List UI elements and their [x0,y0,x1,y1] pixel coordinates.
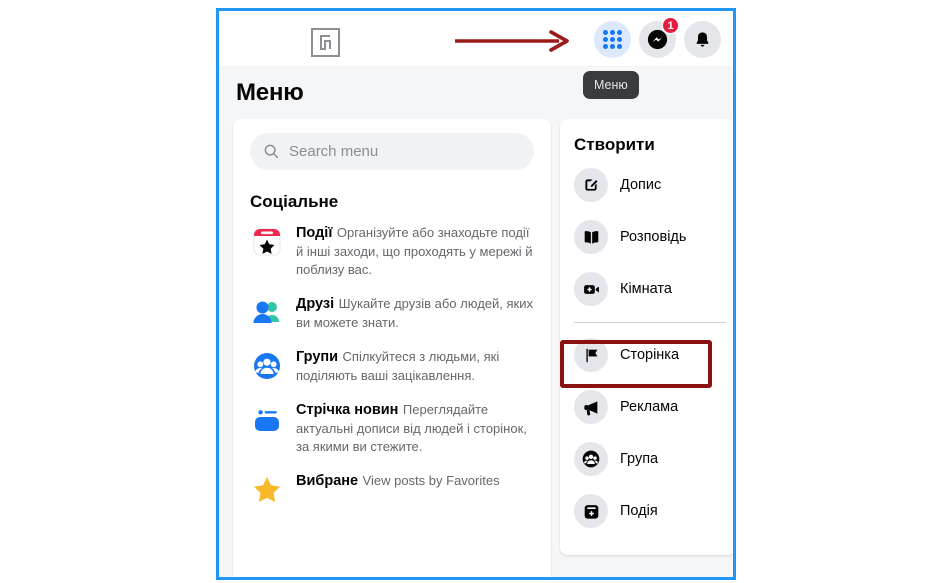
create-item-story[interactable]: Розповідь [560,211,733,263]
bell-icon [696,32,709,47]
create-item-label: Допис [620,177,662,193]
menu-item-label: Вибране [296,473,359,489]
create-item-post[interactable]: Допис [560,159,733,211]
create-divider [574,322,726,323]
menu-item-friends[interactable]: Друзі Шукайте друзів або людей, яких ви … [233,287,551,340]
header-icon-group: 1 [594,17,721,58]
social-panel: Соціальне Події Організуйте або знаход [233,119,551,577]
group-circle-icon [574,442,608,476]
create-item-label: Подія [620,503,658,519]
book-icon [574,220,608,254]
friends-icon [250,296,284,330]
menu-item-favorites[interactable]: Вибране View posts by Favorites [233,464,551,515]
app-window: 1 Меню Меню Search menu Соціальне Події … [219,11,733,577]
menu-item-text: Групи Спілкуйтеся з людьми, які поділяют… [296,348,534,385]
news-feed-icon [250,402,284,436]
create-item-ad[interactable]: Реклама [560,381,733,433]
menu-item-label: Групи [296,349,339,365]
site-logo-glyph [320,35,331,50]
menu-item-text: Друзі Шукайте друзів або людей, яких ви … [296,295,534,332]
create-item-page[interactable]: Сторінка [560,329,733,381]
menu-title-band: Меню [219,66,733,119]
search-bar[interactable] [250,133,534,170]
star-icon [250,473,284,507]
site-logo[interactable] [311,28,340,57]
create-item-label: Реклама [620,399,679,415]
menu-item-label: Події [296,225,333,241]
pencil-square-icon [574,168,608,202]
calendar-plus-icon [574,494,608,528]
menu-item-text: Вибране View posts by Favorites [296,472,534,491]
create-item-event[interactable]: Подія [560,485,733,537]
menu-item-text: Події Організуйте або знаходьте події й … [296,224,534,279]
groups-icon [250,349,284,383]
menu-item-label: Друзі [296,296,335,312]
create-item-label: Група [620,451,659,467]
create-item-room[interactable]: Кімната [560,263,733,315]
video-plus-icon [574,272,608,306]
notifications-button[interactable] [684,21,721,58]
menu-grid-icon [603,30,622,49]
screenshot-frame: 1 Меню Меню Search menu Соціальне Події … [216,8,736,580]
create-item-label: Кімната [620,281,672,297]
screenshot-root: 1 Меню Меню Search menu Соціальне Події … [0,0,932,583]
messenger-button[interactable]: 1 [639,17,679,58]
megaphone-icon [574,390,608,424]
menu-body: Соціальне Події Організуйте або знаход [219,111,733,577]
menu-item-desc: View posts by Favorites [362,473,500,488]
menu-item-groups[interactable]: Групи Спілкуйтеся з людьми, які поділяют… [233,340,551,393]
calendar-star-icon [250,225,284,259]
create-panel: Створити Допис Розповідь Кімната Сторінк… [560,119,733,555]
create-item-label: Сторінка [620,347,680,363]
menu-item-desc: Організуйте або знаходьте події й інші з… [296,225,533,277]
menu-item-events[interactable]: Події Організуйте або знаходьте події й … [233,216,551,287]
create-section-title: Створити [574,135,655,154]
flag-icon [574,338,608,372]
search-icon [263,143,280,160]
menu-tooltip: Меню [583,71,639,99]
annotation-arrow [455,30,569,52]
create-item-group[interactable]: Група [560,433,733,485]
create-item-label: Розповідь [620,229,687,245]
messenger-badge: 1 [662,17,679,34]
search-input[interactable] [289,143,521,160]
social-section-title: Соціальне [250,192,339,211]
page-title: Меню [236,79,304,106]
menu-item-text: Стрічка новин Переглядайте актуальні доп… [296,401,534,456]
menu-item-label: Стрічка новин [296,402,399,418]
menu-item-news-feed[interactable]: Стрічка новин Переглядайте актуальні доп… [233,393,551,464]
menu-grid-button[interactable] [594,21,631,58]
